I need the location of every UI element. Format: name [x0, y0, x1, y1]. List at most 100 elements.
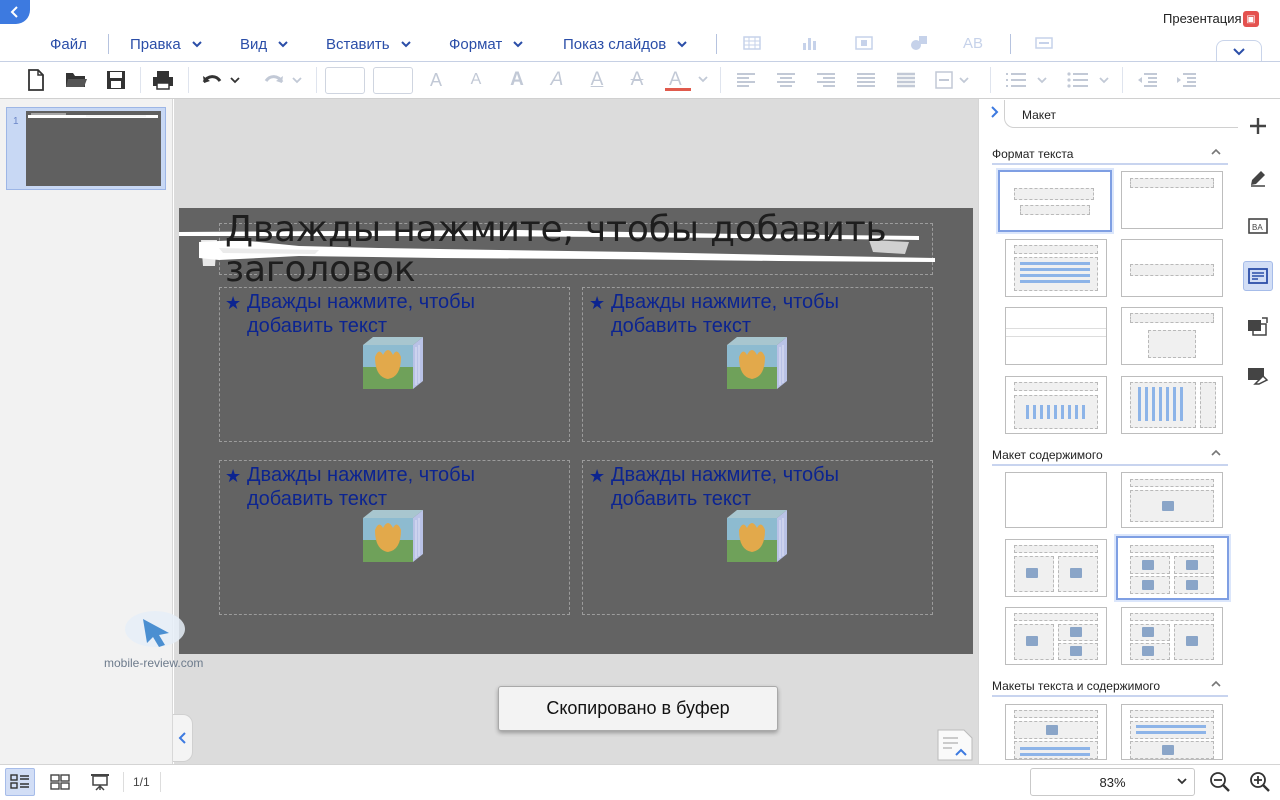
menu-view[interactable]: Вид: [240, 34, 289, 54]
layout-option[interactable]: [1121, 376, 1223, 434]
layout-option[interactable]: [1121, 307, 1223, 365]
slide-sorter-icon[interactable]: [45, 768, 75, 796]
underline-icon[interactable]: A: [585, 64, 609, 96]
new-file-icon[interactable]: [22, 64, 50, 96]
insert-object-icon[interactable]: [363, 337, 425, 391]
toolbar-divider: [720, 67, 721, 93]
back-button[interactable]: [0, 0, 30, 24]
image-icon[interactable]: [855, 35, 873, 51]
layout-option[interactable]: [1121, 607, 1223, 665]
open-folder-icon[interactable]: [62, 64, 90, 96]
layout-option[interactable]: [1005, 472, 1107, 528]
table-icon[interactable]: [743, 35, 761, 51]
chart-icon[interactable]: [800, 35, 818, 51]
menu-slideshow[interactable]: Показ слайдов: [563, 34, 688, 54]
layout-part: [1070, 568, 1082, 578]
italic-icon[interactable]: A: [545, 64, 569, 96]
indent-icon[interactable]: [1172, 64, 1200, 96]
layout-part: [1142, 580, 1154, 590]
undo-button[interactable]: [196, 64, 244, 96]
layout-part: [1162, 745, 1174, 755]
align-right-icon[interactable]: [813, 64, 839, 96]
layout-part: [1142, 646, 1154, 656]
layout-option[interactable]: [1005, 704, 1107, 760]
textbox-icon[interactable]: [1035, 35, 1053, 51]
layout-part: [1026, 568, 1038, 578]
zoom-select[interactable]: 83%: [1030, 768, 1195, 796]
layout-part: [1014, 245, 1098, 254]
outdent-icon[interactable]: [1133, 64, 1161, 96]
layout-part: [1148, 330, 1196, 358]
zoom-out-icon[interactable]: [1205, 768, 1235, 796]
layout-option[interactable]: [1121, 704, 1223, 760]
section-header-content-layout[interactable]: Макет содержимого: [992, 448, 1228, 466]
zoom-in-icon[interactable]: [1245, 768, 1275, 796]
placeholder-line: добавить текст: [611, 488, 752, 510]
layout-option[interactable]: [1121, 239, 1223, 297]
slideshow-icon[interactable]: [85, 768, 115, 796]
menu-format-label: Формат: [449, 35, 503, 53]
layout-option[interactable]: [1121, 472, 1223, 528]
vertical-align-button[interactable]: [932, 64, 972, 96]
redo-button[interactable]: [258, 64, 306, 96]
shapes-icon[interactable]: [910, 35, 928, 51]
align-left-icon[interactable]: [733, 64, 759, 96]
layout-option[interactable]: [1005, 307, 1107, 365]
numbered-list-button[interactable]: [1002, 64, 1050, 96]
align-justify-icon[interactable]: [853, 64, 879, 96]
align-center-icon[interactable]: [773, 64, 799, 96]
layout-icon[interactable]: [1243, 261, 1273, 291]
toolbar-divider: [990, 67, 991, 93]
bullet-list-button[interactable]: [1064, 64, 1112, 96]
transition-icon[interactable]: [1243, 311, 1273, 341]
layout-option[interactable]: [1121, 171, 1223, 229]
section-header-text-format[interactable]: Формат текста: [992, 147, 1228, 165]
menu-file[interactable]: Файл: [50, 34, 87, 54]
layout-option[interactable]: [1005, 607, 1107, 665]
layout-part: [1166, 387, 1169, 421]
menu-edit[interactable]: Правка: [130, 34, 203, 54]
layout-option[interactable]: [1005, 539, 1107, 597]
font-grow-icon[interactable]: A: [424, 64, 448, 96]
menu-insert-label: Вставить: [326, 35, 390, 53]
bold-icon[interactable]: A: [505, 64, 529, 96]
font-shrink-icon[interactable]: A: [464, 64, 488, 96]
strikethrough-icon[interactable]: A: [625, 64, 649, 96]
panel-tab-label: Макет: [1022, 108, 1056, 122]
plus-icon[interactable]: [1243, 111, 1273, 141]
insert-object-icon[interactable]: [363, 510, 425, 564]
bullet-star: ★: [225, 293, 242, 313]
layout-option[interactable]: [1005, 376, 1107, 434]
font-color-icon: A: [663, 67, 709, 93]
ribbon-collapse-button[interactable]: [1216, 40, 1262, 62]
font-name-select[interactable]: [325, 67, 365, 94]
layout-part: [1070, 627, 1082, 637]
chevron-up-icon: [1210, 448, 1222, 458]
outline-view-icon[interactable]: [5, 768, 35, 796]
font-color-button[interactable]: A: [662, 64, 710, 96]
notes-icon: [936, 728, 974, 762]
insert-object-icon[interactable]: [727, 337, 789, 391]
toast-message: Скопировано в буфер: [498, 686, 778, 731]
layout-part: [1014, 382, 1098, 391]
layout-option[interactable]: [1005, 239, 1107, 297]
section-header-text-content-layouts[interactable]: Макеты текста и содержимого: [992, 679, 1228, 697]
animation-icon[interactable]: [1243, 361, 1273, 391]
print-icon[interactable]: [148, 64, 178, 96]
slide-panel-toggle[interactable]: [173, 714, 193, 762]
distributed-icon[interactable]: [893, 64, 919, 96]
text-image-icon[interactable]: BA: [1243, 211, 1273, 241]
layout-part: [1130, 613, 1214, 621]
layout-option[interactable]: [1116, 536, 1229, 600]
layout-option[interactable]: [998, 170, 1112, 232]
menu-format[interactable]: Формат: [449, 34, 524, 54]
font-size-select[interactable]: [373, 67, 413, 94]
menu-insert[interactable]: Вставить: [326, 34, 412, 54]
text-art-icon[interactable]: AB: [963, 35, 989, 52]
layout-part: [1006, 328, 1106, 329]
placeholder-line: добавить текст: [247, 488, 388, 510]
notes-toggle-button[interactable]: [936, 728, 974, 762]
pencil-icon[interactable]: [1243, 163, 1273, 193]
insert-object-icon[interactable]: [727, 510, 789, 564]
save-icon[interactable]: [102, 64, 130, 96]
